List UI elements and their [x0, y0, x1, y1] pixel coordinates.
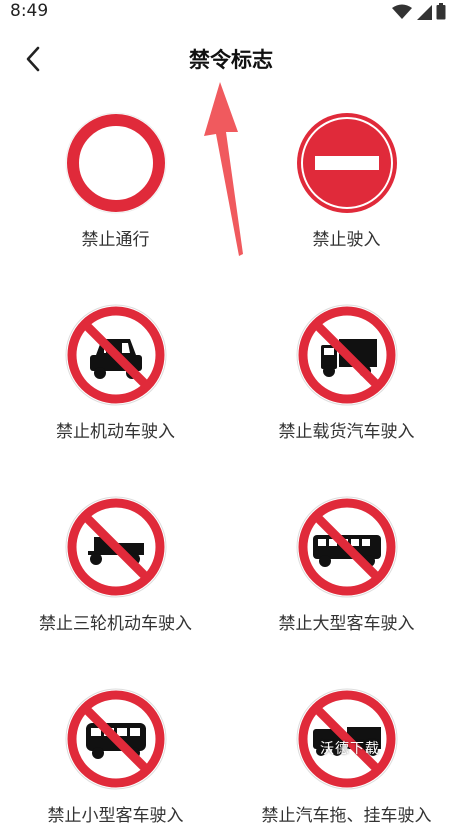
- no-entry-sign-icon: [296, 113, 397, 213]
- no-passing-sign-icon: [65, 112, 166, 214]
- no-bus-sign-icon: [296, 496, 397, 598]
- no-car-sign-icon: [65, 304, 166, 406]
- sign-label: 禁止三轮机动车驶入: [39, 614, 192, 634]
- sign-label: 禁止小型客车驶入: [47, 806, 184, 826]
- sign-label: 禁止载货汽车驶入: [278, 422, 415, 442]
- sign-item-no-truck[interactable]: 禁止载货汽车驶入: [231, 303, 462, 442]
- sign-label: 禁止机动车驶入: [56, 422, 175, 442]
- status-bar: 8:49: [0, 0, 462, 24]
- sign-item-no-bus[interactable]: 禁止大型客车驶入: [231, 495, 462, 634]
- sign-label: 禁止驶入: [312, 230, 381, 250]
- status-time: 8:49: [10, 1, 49, 21]
- no-tricycle-sign-icon: [65, 496, 166, 598]
- sign-item-no-tricycle[interactable]: 禁止三轮机动车驶入: [0, 495, 231, 634]
- sign-item-no-motor-vehicle[interactable]: 禁止机动车驶入: [0, 303, 231, 442]
- sign-label: 禁止汽车拖、挂车驶入: [261, 806, 432, 826]
- page-title: 禁令标志: [189, 48, 273, 72]
- sign-label: 禁止大型客车驶入: [278, 614, 415, 634]
- signal-icon: [417, 4, 432, 20]
- wifi-icon: [392, 4, 412, 19]
- watermark: 沃德下载: [320, 741, 380, 757]
- sign-item-no-entry[interactable]: 禁止驶入: [231, 111, 462, 250]
- status-icons: [392, 3, 446, 20]
- no-van-sign-icon: [65, 688, 166, 790]
- header: 禁令标志: [0, 34, 462, 84]
- sign-label: 禁止通行: [81, 230, 150, 250]
- no-truck-sign-icon: [296, 304, 397, 406]
- sign-item-no-van[interactable]: 禁止小型客车驶入: [0, 687, 231, 826]
- battery-icon: [436, 3, 446, 20]
- sign-item-no-passing[interactable]: 禁止通行: [0, 111, 231, 250]
